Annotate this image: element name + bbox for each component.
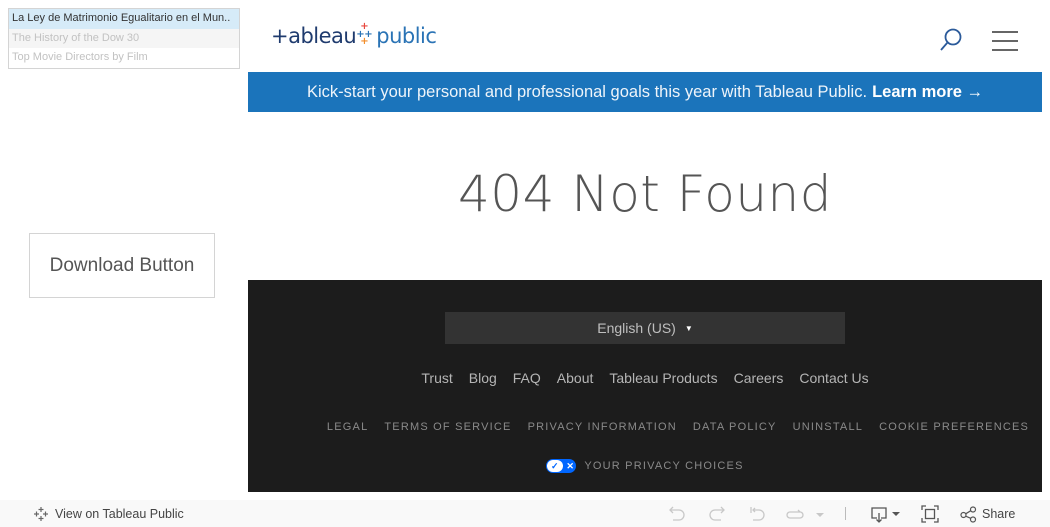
language-select[interactable]: English (US) ▼ xyxy=(445,312,845,344)
revert-icon[interactable] xyxy=(748,505,766,523)
footer-link-careers[interactable]: Careers xyxy=(734,370,784,386)
footer-links: Trust Blog FAQ About Tableau Products Ca… xyxy=(248,370,1042,386)
legal-link-uninstall[interactable]: UNINSTALL xyxy=(793,421,864,433)
privacy-choices-label: YOUR PRIVACY CHOICES xyxy=(584,460,744,472)
legal-link-cookie-preferences[interactable]: COOKIE PREFERENCES xyxy=(879,421,1029,433)
legal-link-privacy-info[interactable]: PRIVACY INFORMATION xyxy=(528,421,677,433)
fullscreen-icon[interactable] xyxy=(921,505,939,523)
privacy-toggle-icon: ✓ ✕ xyxy=(546,459,577,473)
viz-list: La Ley de Matrimonio Egualitario en el M… xyxy=(8,8,240,69)
search-icon[interactable] xyxy=(938,27,964,53)
view-on-label: View on Tableau Public xyxy=(55,507,184,521)
legal-link-legal[interactable]: LEGAL xyxy=(327,421,368,433)
tableau-public-logo[interactable]: +ableau + + + + public xyxy=(271,21,437,49)
viz-toolbar: View on Tableau Public Share xyxy=(0,500,1050,527)
caret-down-icon: ▼ xyxy=(684,323,693,333)
footer-link-about[interactable]: About xyxy=(557,370,594,386)
language-selected: English (US) xyxy=(597,320,676,336)
logo-text-tableau: +ableau xyxy=(271,24,357,48)
promo-banner: Kick-start your personal and professiona… xyxy=(248,72,1042,112)
error-title: 404 Not Found xyxy=(457,165,832,223)
embedded-page: +ableau + + + + public Kick-start your p… xyxy=(248,0,1042,492)
footer-link-contact-us[interactable]: Contact Us xyxy=(799,370,868,386)
footer-link-blog[interactable]: Blog xyxy=(469,370,497,386)
view-on-tableau-public-link[interactable]: View on Tableau Public xyxy=(33,506,184,522)
viz-list-item[interactable]: La Ley de Matrimonio Egualitario en el M… xyxy=(9,9,239,29)
download-icon[interactable] xyxy=(870,505,902,523)
redo-icon[interactable] xyxy=(708,505,726,523)
footer-link-faq[interactable]: FAQ xyxy=(513,370,541,386)
logo-plus-icon: + + + + xyxy=(356,21,373,47)
share-button[interactable]: Share xyxy=(960,505,1015,523)
undo-icon[interactable] xyxy=(668,505,686,523)
hamburger-menu-icon[interactable] xyxy=(992,31,1018,51)
pause-dropdown-icon[interactable] xyxy=(814,505,826,523)
share-label: Share xyxy=(982,507,1016,521)
legal-links: LEGAL TERMS OF SERVICE PRIVACY INFORMATI… xyxy=(314,421,1042,433)
viz-list-item[interactable]: Top Movie Directors by Film xyxy=(9,48,239,68)
refresh-icon[interactable] xyxy=(786,505,804,523)
site-footer: English (US) ▼ Trust Blog FAQ About Tabl… xyxy=(248,280,1042,492)
tableau-embed-page: La Ley de Matrimonio Egualitario en el M… xyxy=(0,0,1050,527)
legal-link-data-policy[interactable]: DATA POLICY xyxy=(693,421,777,433)
share-icon xyxy=(960,505,977,523)
toolbar-divider xyxy=(845,507,846,520)
download-button[interactable]: Download Button xyxy=(29,233,215,298)
privacy-choices[interactable]: ✓ ✕ YOUR PRIVACY CHOICES xyxy=(248,459,1042,473)
tableau-logo-icon xyxy=(34,507,48,521)
footer-link-tableau-products[interactable]: Tableau Products xyxy=(609,370,717,386)
learn-more-link[interactable]: Learn more → xyxy=(872,83,983,102)
footer-link-trust[interactable]: Trust xyxy=(421,370,452,386)
logo-text-public: public xyxy=(376,24,437,48)
site-header: +ableau + + + + public xyxy=(248,0,1042,72)
legal-link-terms[interactable]: TERMS OF SERVICE xyxy=(384,421,511,433)
viz-list-item[interactable]: The History of the Dow 30 xyxy=(9,28,239,49)
banner-message: Kick-start your personal and professiona… xyxy=(306,82,868,101)
